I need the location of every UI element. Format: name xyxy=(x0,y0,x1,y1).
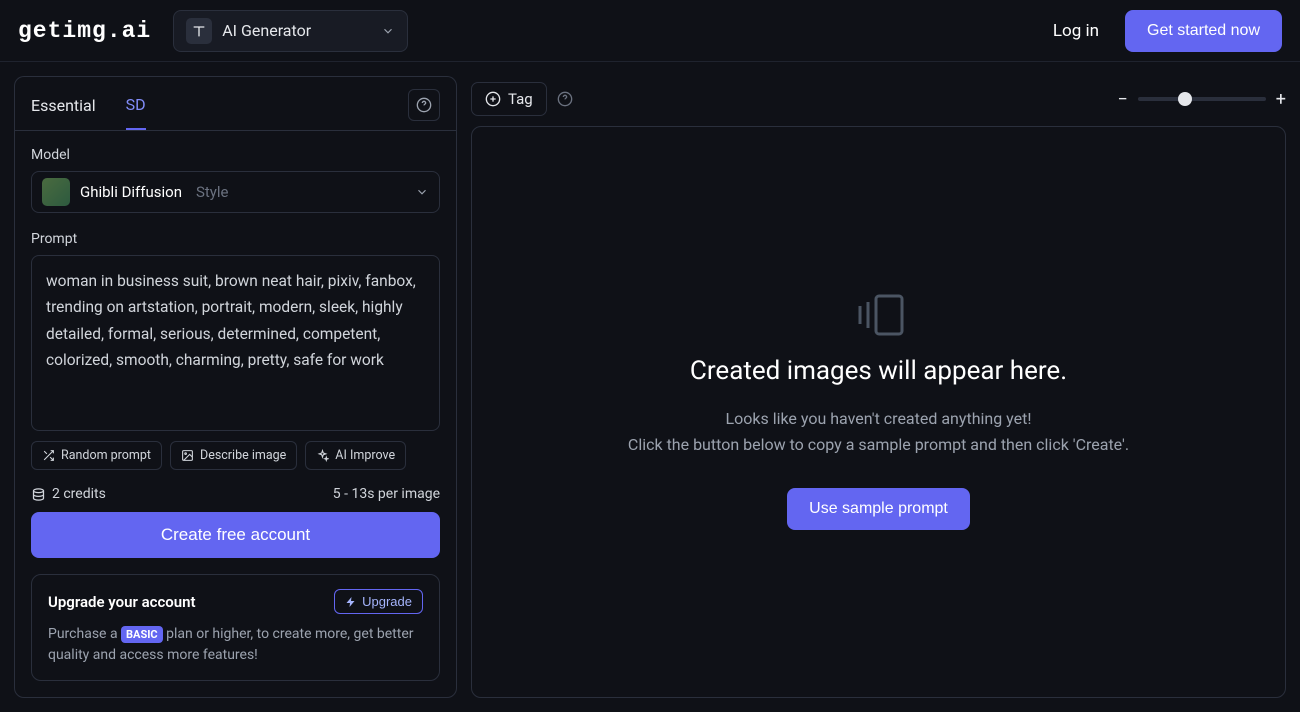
upgrade-card: Upgrade your account Upgrade Purchase a … xyxy=(31,574,440,681)
lightning-icon xyxy=(345,596,357,608)
credits-count: 2 credits xyxy=(52,486,106,502)
model-tag: Style xyxy=(196,183,229,201)
model-selector[interactable]: Ghibli Diffusion Style xyxy=(31,171,440,213)
question-icon xyxy=(416,97,432,113)
question-icon xyxy=(557,91,573,107)
tag-help-button[interactable] xyxy=(557,91,573,107)
main-area: Essential SD Model Ghibli Diffusion Styl… xyxy=(0,62,1300,712)
coin-icon xyxy=(31,487,46,502)
canvas-body: Created images will appear here. Looks l… xyxy=(471,126,1286,698)
model-thumbnail xyxy=(42,178,70,206)
canvas-area: Tag − + Created images will ap xyxy=(471,76,1286,698)
app-header: getimg.ai AI Generator Log in Get starte… xyxy=(0,0,1300,62)
prompt-label: Prompt xyxy=(31,231,440,247)
empty-subtitle: Looks like you haven't created anything … xyxy=(628,406,1129,457)
chevron-down-icon xyxy=(415,185,429,199)
zoom-slider[interactable] xyxy=(1138,97,1266,101)
upgrade-button[interactable]: Upgrade xyxy=(334,589,423,614)
create-account-button[interactable]: Create free account xyxy=(31,512,440,558)
logo: getimg.ai xyxy=(18,18,151,44)
tabs-row: Essential SD xyxy=(14,76,457,130)
ai-improve-button[interactable]: AI Improve xyxy=(305,441,406,470)
tab-essential[interactable]: Essential xyxy=(31,86,96,129)
login-link[interactable]: Log in xyxy=(1053,21,1099,41)
basic-badge: BASIC xyxy=(121,626,163,643)
credits-row: 2 credits 5 - 13s per image xyxy=(31,486,440,502)
zoom-control: − + xyxy=(1117,89,1286,110)
zoom-thumb[interactable] xyxy=(1178,92,1192,106)
time-estimate: 5 - 13s per image xyxy=(333,486,440,502)
canvas-toolbar: Tag − + xyxy=(471,76,1286,126)
prompt-actions: Random prompt Describe image AI Improve xyxy=(31,441,440,470)
shuffle-icon xyxy=(42,449,55,462)
empty-gallery-icon xyxy=(854,294,904,336)
left-panel: Essential SD Model Ghibli Diffusion Styl… xyxy=(14,76,457,698)
model-label: Model xyxy=(31,147,440,163)
model-name: Ghibli Diffusion xyxy=(80,183,182,201)
tool-selector[interactable]: AI Generator xyxy=(173,10,408,52)
sparkle-icon xyxy=(316,449,329,462)
random-prompt-button[interactable]: Random prompt xyxy=(31,441,162,470)
zoom-in-button[interactable]: + xyxy=(1276,89,1286,110)
text-icon xyxy=(186,18,212,44)
upgrade-title: Upgrade your account xyxy=(48,593,196,611)
panel-body: Model Ghibli Diffusion Style Prompt Rand… xyxy=(14,130,457,698)
describe-image-button[interactable]: Describe image xyxy=(170,441,297,470)
empty-title: Created images will appear here. xyxy=(690,356,1067,386)
plus-circle-icon xyxy=(485,91,501,107)
chevron-down-icon xyxy=(381,24,395,38)
tag-button[interactable]: Tag xyxy=(471,82,547,116)
zoom-out-button[interactable]: − xyxy=(1117,89,1127,110)
upgrade-text: Purchase a BASIC plan or higher, to crea… xyxy=(48,624,423,666)
prompt-textarea[interactable] xyxy=(31,255,440,431)
panel-help-button[interactable] xyxy=(408,89,440,121)
image-icon xyxy=(181,449,194,462)
get-started-button[interactable]: Get started now xyxy=(1125,10,1282,52)
tab-sd[interactable]: SD xyxy=(126,85,146,130)
use-sample-prompt-button[interactable]: Use sample prompt xyxy=(787,488,970,530)
tool-label: AI Generator xyxy=(222,21,311,40)
